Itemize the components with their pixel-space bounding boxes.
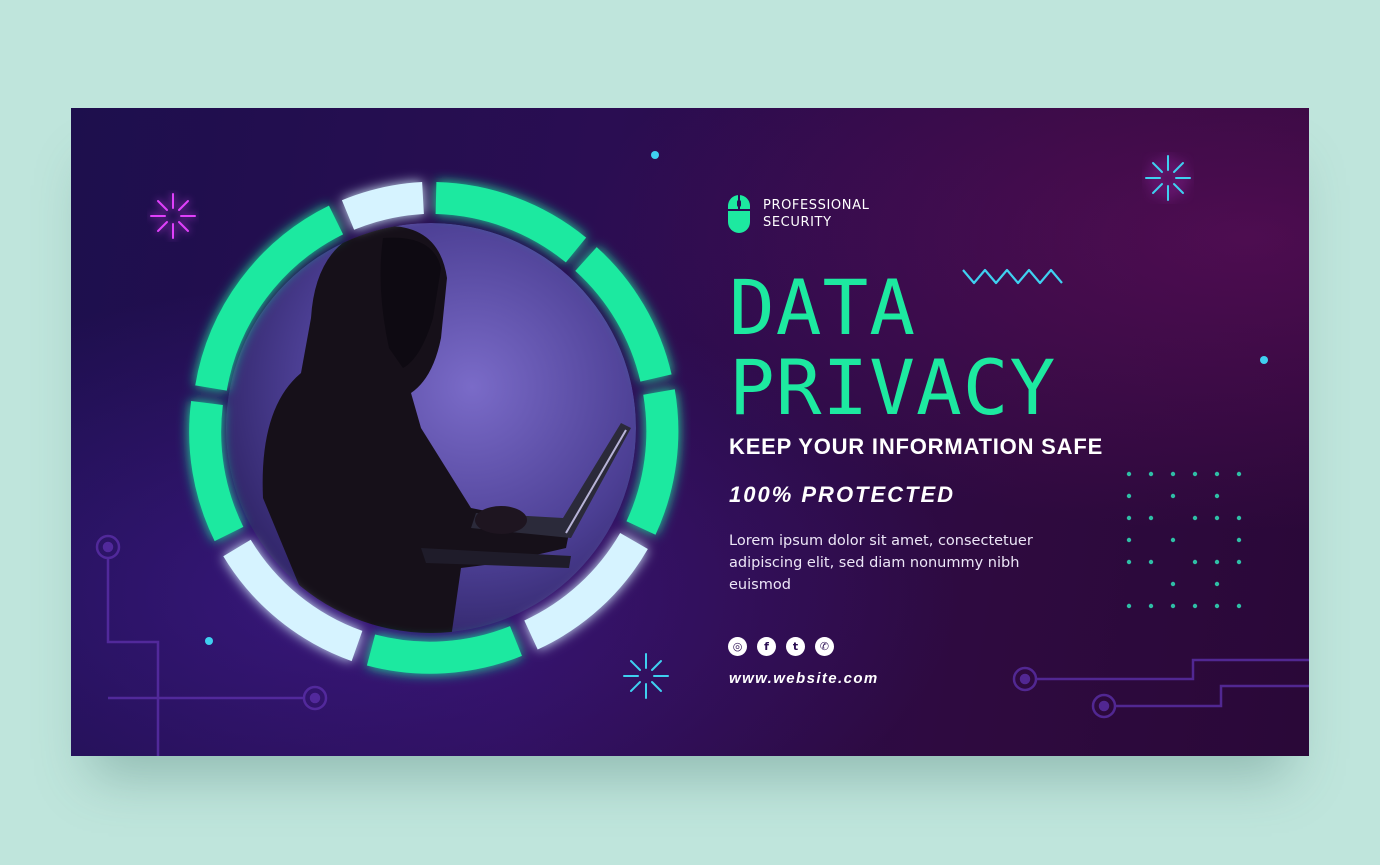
dot-grid-decoration xyxy=(1126,471,1242,609)
glow-dot xyxy=(1260,356,1268,364)
tagline: KEEP YOUR INFORMATION SAFE xyxy=(729,434,1104,459)
sparkle-icon xyxy=(1145,155,1191,201)
protected-label: 100% PROTECTED xyxy=(729,482,956,507)
headline-line-2: PRIVACY xyxy=(729,343,1057,432)
mouse-icon xyxy=(728,195,750,233)
headline: DATA PRIVACY xyxy=(729,268,1056,428)
twitter-icon[interactable]: t xyxy=(786,637,805,656)
instagram-icon[interactable]: ◎ xyxy=(728,637,747,656)
brand: PROFESSIONAL SECURITY xyxy=(727,194,903,234)
whatsapp-icon[interactable]: ✆ xyxy=(815,637,834,656)
social-links: ◎ f t ✆ xyxy=(728,637,834,656)
segmented-ring-frame xyxy=(189,182,679,674)
website-link[interactable]: www.website.com xyxy=(729,670,879,687)
banner: PROFESSIONAL SECURITY DATA PRIVACY KEEP … xyxy=(71,108,1309,756)
hacker-photo xyxy=(226,223,636,633)
facebook-icon[interactable]: f xyxy=(757,637,776,656)
body-text: Lorem ipsum dolor sit amet, consectetuer… xyxy=(729,533,1033,593)
headline-line-1: DATA xyxy=(729,263,917,352)
glow-dot xyxy=(651,151,659,159)
brand-name: PROFESSIONAL SECURITY xyxy=(763,198,870,230)
